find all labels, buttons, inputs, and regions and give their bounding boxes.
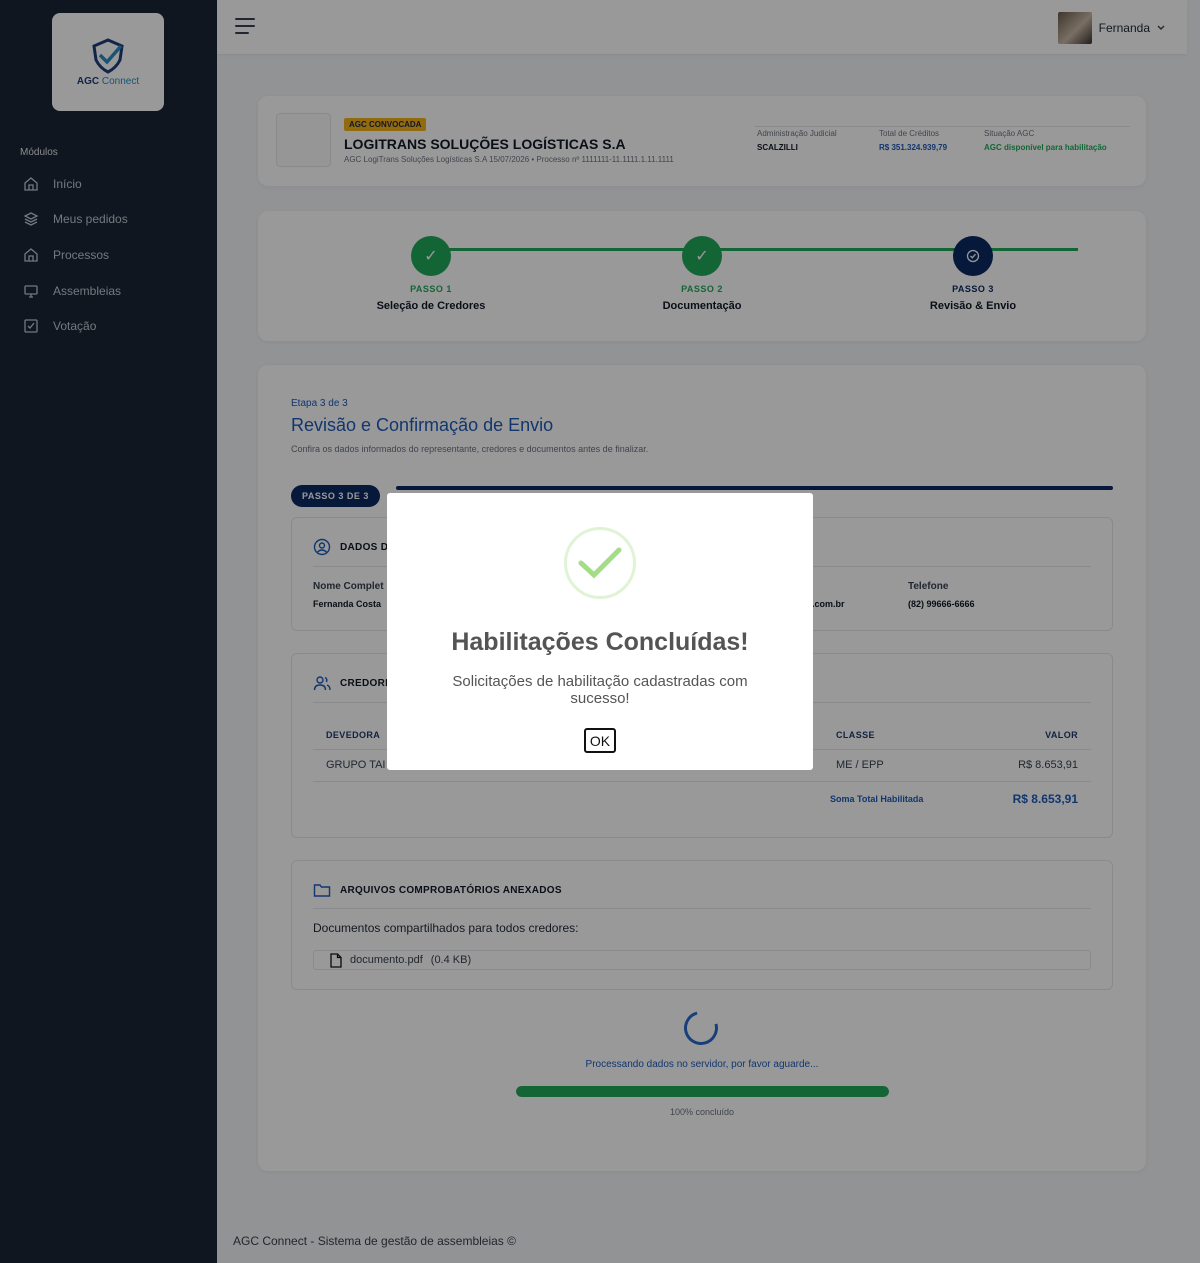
ok-button[interactable]: OK bbox=[584, 728, 616, 753]
modal-title: Habilitações Concluídas! bbox=[451, 628, 749, 656]
success-modal: Habilitações Concluídas! Solicitações de… bbox=[387, 493, 813, 770]
modal-text: Solicitações de habilitação cadastradas … bbox=[452, 673, 748, 707]
success-check-icon bbox=[564, 527, 636, 599]
